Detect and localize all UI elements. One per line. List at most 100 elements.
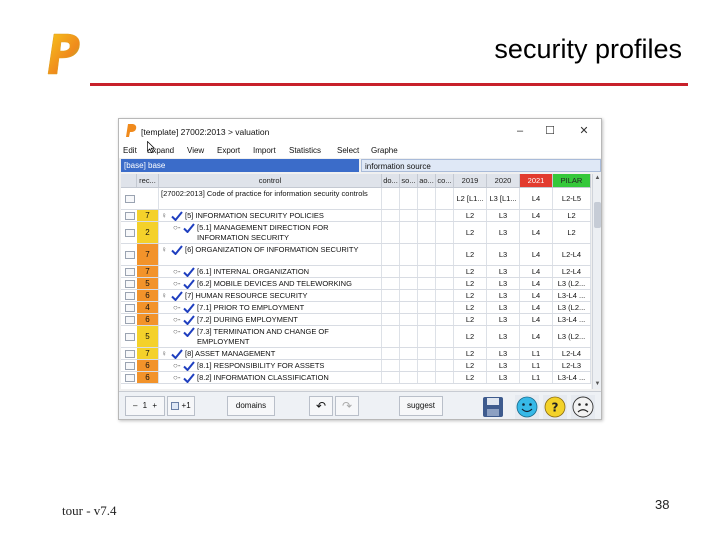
- table-row[interactable]: 6 ○- [8.1] RESPONSIBILITY FOR ASSETS L2 L3 L1…: [121, 360, 591, 372]
- do-cell[interactable]: [382, 314, 400, 325]
- decrement-icon[interactable]: –: [133, 401, 137, 410]
- header-2021[interactable]: 2021: [520, 174, 553, 188]
- tree-node-icon[interactable]: ○-: [173, 223, 181, 232]
- so-cell[interactable]: [400, 244, 418, 265]
- tree-node-icon[interactable]: ○-: [173, 327, 181, 336]
- table-row[interactable]: 7 ♀ [5] INFORMATION SECURITY POLICIES L2 L3 L…: [121, 210, 591, 222]
- row-select-checkbox[interactable]: [125, 362, 135, 370]
- vertical-scrollbar[interactable]: ▲ ▼: [592, 174, 601, 389]
- do-cell[interactable]: [382, 302, 400, 313]
- level-2020-cell[interactable]: L3: [487, 210, 520, 221]
- tree-expand-icon[interactable]: ♀: [161, 349, 167, 358]
- control-cell[interactable]: ○- [8.2] INFORMATION CLASSIFICATION: [159, 372, 382, 383]
- level-2021-cell[interactable]: L4: [520, 188, 553, 209]
- control-cell[interactable]: ○- [7.1] PRIOR TO EMPLOYMENT: [159, 302, 382, 313]
- control-cell[interactable]: [27002:2013] Code of practice for inform…: [159, 188, 382, 209]
- close-button[interactable]: ✕: [573, 123, 595, 139]
- table-row[interactable]: 6 ♀ [7] HUMAN RESOURCE SECURITY L2 L3 L4 L3-L4…: [121, 290, 591, 302]
- row-select-checkbox[interactable]: [125, 304, 135, 312]
- level-stepper[interactable]: – 1 +: [125, 396, 165, 416]
- control-cell[interactable]: ○- [7.3] TERMINATION AND CHANGE OF EMPLOY…: [159, 326, 382, 347]
- minimize-button[interactable]: –: [509, 123, 531, 139]
- control-cell[interactable]: ○- [7.2] DURING EMPLOYMENT: [159, 314, 382, 325]
- window-titlebar[interactable]: [template] 27002:2013 > valuation – ☐ ✕: [119, 119, 601, 143]
- control-cell[interactable]: ○- [5.1] MANAGEMENT DIRECTION FOR INFORMA…: [159, 222, 382, 243]
- do-cell[interactable]: [382, 278, 400, 289]
- control-cell[interactable]: ♀ [8] ASSET MANAGEMENT: [159, 348, 382, 359]
- tree-expand-icon[interactable]: ♀: [161, 291, 167, 300]
- pilar-level-cell[interactable]: L2-L4: [553, 244, 591, 265]
- ao-cell[interactable]: [418, 244, 436, 265]
- level-2019-cell[interactable]: L2: [454, 266, 487, 277]
- header-2019[interactable]: 2019: [454, 174, 487, 188]
- header-2020[interactable]: 2020: [487, 174, 520, 188]
- level-2020-cell[interactable]: L3: [487, 314, 520, 325]
- redo-button[interactable]: ↷: [335, 396, 359, 416]
- pilar-level-cell[interactable]: L3-L4 ...: [553, 372, 591, 383]
- pilar-level-cell[interactable]: L2-L5: [553, 188, 591, 209]
- level-2020-cell[interactable]: L3 [L1...: [487, 188, 520, 209]
- do-cell[interactable]: [382, 326, 400, 347]
- level-2021-cell[interactable]: L4: [520, 326, 553, 347]
- level-2021-cell[interactable]: L4: [520, 244, 553, 265]
- ao-cell[interactable]: [418, 278, 436, 289]
- increment-icon[interactable]: +: [152, 401, 157, 410]
- ao-cell[interactable]: [418, 266, 436, 277]
- menu-statistics[interactable]: Statistics: [289, 146, 321, 155]
- table-row[interactable]: [27002:2013] Code of practice for inform…: [121, 188, 591, 210]
- scroll-up-icon[interactable]: ▲: [593, 174, 601, 183]
- ao-cell[interactable]: [418, 222, 436, 243]
- do-cell[interactable]: [382, 244, 400, 265]
- level-2020-cell[interactable]: L3: [487, 266, 520, 277]
- co-cell[interactable]: [436, 314, 454, 325]
- pilar-level-cell[interactable]: L3 (L2...: [553, 278, 591, 289]
- co-cell[interactable]: [436, 266, 454, 277]
- level-2019-cell[interactable]: L2 [L1...: [454, 188, 487, 209]
- level-2020-cell[interactable]: L3: [487, 360, 520, 371]
- level-2020-cell[interactable]: L3: [487, 278, 520, 289]
- level-2020-cell[interactable]: L3: [487, 290, 520, 301]
- plus-one-checkbox[interactable]: [171, 401, 180, 410]
- do-cell[interactable]: [382, 372, 400, 383]
- so-cell[interactable]: [400, 348, 418, 359]
- do-cell[interactable]: [382, 210, 400, 221]
- co-cell[interactable]: [436, 348, 454, 359]
- level-2019-cell[interactable]: L2: [454, 244, 487, 265]
- do-cell[interactable]: [382, 188, 400, 209]
- tree-node-icon[interactable]: ○-: [173, 315, 181, 324]
- pilar-level-cell[interactable]: L2: [553, 222, 591, 243]
- maximize-button[interactable]: ☐: [539, 123, 561, 139]
- header-ao[interactable]: ao...: [418, 174, 436, 188]
- ao-cell[interactable]: [418, 314, 436, 325]
- header-rec[interactable]: rec...: [137, 174, 159, 188]
- so-cell[interactable]: [400, 302, 418, 313]
- co-cell[interactable]: [436, 302, 454, 313]
- pilar-level-cell[interactable]: L2-L4: [553, 266, 591, 277]
- so-cell[interactable]: [400, 360, 418, 371]
- row-select-checkbox[interactable]: [125, 280, 135, 288]
- ao-cell[interactable]: [418, 372, 436, 383]
- undo-button[interactable]: ↶: [309, 396, 333, 416]
- control-cell[interactable]: ♀ [6] ORGANIZATION OF INFORMATION SECURIT…: [159, 244, 382, 265]
- co-cell[interactable]: [436, 188, 454, 209]
- so-cell[interactable]: [400, 278, 418, 289]
- level-2021-cell[interactable]: L4: [520, 278, 553, 289]
- suggest-button[interactable]: suggest: [399, 396, 443, 416]
- so-cell[interactable]: [400, 314, 418, 325]
- tree-node-icon[interactable]: ○-: [173, 279, 181, 288]
- header-pilar[interactable]: PILAR: [553, 174, 591, 188]
- level-2021-cell[interactable]: L1: [520, 360, 553, 371]
- pilar-level-cell[interactable]: L2-L4: [553, 348, 591, 359]
- do-cell[interactable]: [382, 222, 400, 243]
- question-face-icon[interactable]: ?: [543, 395, 567, 419]
- menu-graphe[interactable]: Graphe: [371, 146, 398, 155]
- co-cell[interactable]: [436, 372, 454, 383]
- table-row[interactable]: 7 ♀ [8] ASSET MANAGEMENT L2 L3 L1 L2-L4: [121, 348, 591, 360]
- so-cell[interactable]: [400, 372, 418, 383]
- tree-node-icon[interactable]: ○-: [173, 267, 181, 276]
- co-cell[interactable]: [436, 210, 454, 221]
- ao-cell[interactable]: [418, 188, 436, 209]
- level-2021-cell[interactable]: L4: [520, 266, 553, 277]
- information-source-field[interactable]: information source: [361, 159, 601, 172]
- do-cell[interactable]: [382, 290, 400, 301]
